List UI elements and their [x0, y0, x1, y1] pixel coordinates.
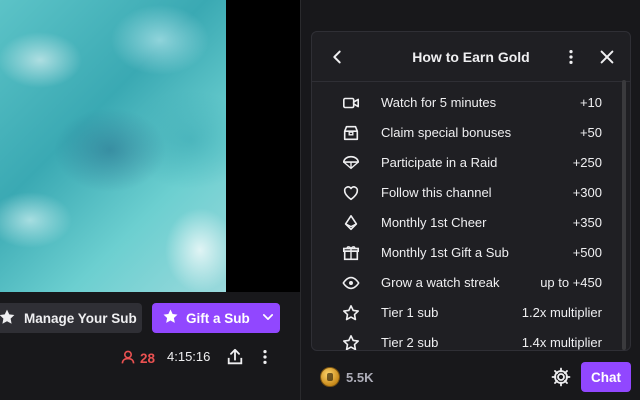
- viewer-count-value: 28: [140, 351, 156, 366]
- item-label: Watch for 5 minutes: [381, 94, 497, 110]
- chat-button[interactable]: Chat: [581, 362, 631, 392]
- item-label: Grow a watch streak: [381, 274, 500, 290]
- earn-gold-popover: How to Earn Gold Watch for 5 minutes +10…: [311, 31, 631, 351]
- popover-title: How to Earn Gold: [412, 49, 530, 65]
- item-value: 1.2x multiplier: [521, 304, 602, 320]
- star-icon: [342, 334, 360, 350]
- person-icon: [120, 349, 136, 368]
- list-item: Monthly 1st Gift a Sub +500: [312, 237, 622, 267]
- viewer-count: 28: [120, 349, 155, 368]
- more-options-icon[interactable]: [564, 48, 578, 71]
- popover-scrollbar[interactable]: [622, 80, 626, 350]
- item-value: +300: [572, 184, 602, 200]
- more-options-icon[interactable]: [258, 348, 272, 371]
- gold-coin-icon: [320, 367, 340, 387]
- bits-icon: [342, 214, 360, 232]
- manage-sub-label: Manage Your Sub: [24, 310, 137, 326]
- heart-icon: [342, 184, 360, 202]
- item-label: Monthly 1st Cheer: [381, 214, 487, 230]
- list-item: Participate in a Raid +250: [312, 147, 622, 177]
- share-icon[interactable]: [226, 348, 244, 371]
- item-value: +500: [572, 244, 602, 260]
- gold-balance[interactable]: 5.5K: [320, 367, 373, 387]
- gift-icon: [342, 244, 360, 262]
- item-value: +250: [572, 154, 602, 170]
- gift-sub-label: Gift a Sub: [186, 310, 250, 326]
- item-label: Follow this channel: [381, 184, 492, 200]
- chevron-down-icon: [261, 310, 275, 327]
- gold-amount: 5.5K: [346, 369, 374, 385]
- item-label: Tier 2 sub: [381, 334, 439, 350]
- item-label: Claim special bonuses: [381, 124, 512, 140]
- item-value: up to +450: [540, 274, 602, 290]
- treasure-chest-icon: [342, 124, 360, 142]
- list-item: Follow this channel +300: [312, 177, 622, 207]
- star-icon: [162, 308, 179, 328]
- video-camera-icon: [342, 94, 360, 112]
- parachute-icon: [342, 154, 360, 172]
- item-value: 1.4x multiplier: [521, 334, 602, 350]
- popover-header: How to Earn Gold: [312, 32, 630, 82]
- list-item: Monthly 1st Cheer +350: [312, 207, 622, 237]
- stream-uptime: 4:15:16: [167, 349, 211, 364]
- item-value: +350: [572, 214, 602, 230]
- video-player[interactable]: [0, 0, 226, 292]
- list-item: Claim special bonuses +50: [312, 117, 622, 147]
- gear-icon[interactable]: [551, 367, 571, 392]
- item-label: Participate in a Raid: [381, 154, 498, 170]
- list-item: Tier 2 sub 1.4x multiplier: [312, 327, 622, 350]
- list-item: Tier 1 sub 1.2x multiplier: [312, 297, 622, 327]
- gift-sub-button[interactable]: Gift a Sub: [152, 303, 280, 333]
- star-icon: [342, 304, 360, 322]
- item-label: Tier 1 sub: [381, 304, 439, 320]
- eye-icon: [342, 274, 360, 292]
- star-icon: [0, 308, 16, 329]
- manage-sub-button[interactable]: Manage Your Sub: [0, 303, 142, 333]
- item-label: Monthly 1st Gift a Sub: [381, 244, 509, 260]
- list-item: Grow a watch streak up to +450: [312, 267, 622, 297]
- list-item: Watch for 5 minutes +10: [312, 87, 622, 117]
- video-letterbox: [226, 0, 300, 292]
- item-value: +50: [579, 124, 602, 140]
- close-icon[interactable]: [598, 48, 616, 71]
- item-value: +10: [579, 94, 602, 110]
- earn-gold-list: Watch for 5 minutes +10 Claim special bo…: [312, 87, 622, 350]
